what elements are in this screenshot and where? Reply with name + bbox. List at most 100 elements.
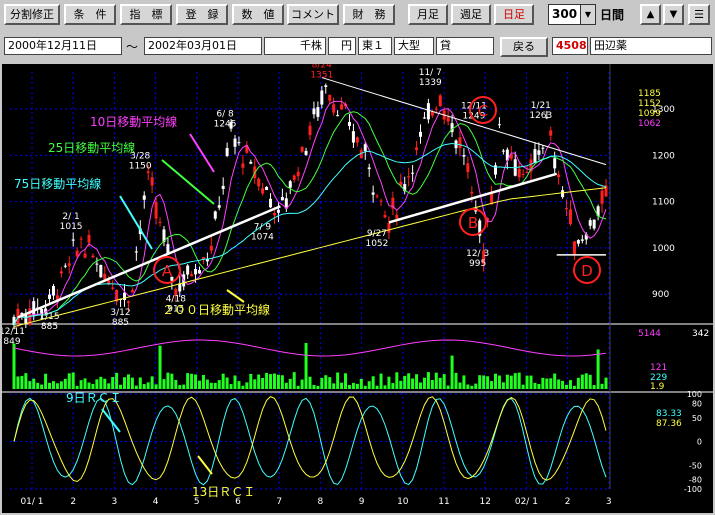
numeric-button[interactable]: 数 値: [232, 4, 284, 25]
candle-body: [557, 174, 561, 178]
candle-body: [426, 103, 430, 120]
date-to-field[interactable]: 2002年03月01日: [144, 37, 262, 55]
candle-body: [300, 146, 304, 152]
weekly-button[interactable]: 週足: [451, 4, 491, 25]
volume-bar: [48, 382, 52, 389]
volume-bar: [426, 372, 430, 389]
candle-body: [347, 121, 351, 126]
scroll-up-button[interactable]: ▲: [640, 4, 661, 25]
price-label-date: 2/ 1: [62, 212, 79, 222]
back-button[interactable]: 戻る: [500, 37, 548, 57]
price-label-value: 1052: [365, 239, 388, 249]
rci13-legend: 13日ＲＣＩ: [192, 485, 255, 499]
volume-bar: [130, 377, 134, 389]
candle-body: [541, 147, 545, 149]
candle-body: [600, 190, 604, 204]
volume-bar: [387, 376, 391, 389]
volume-bar: [584, 373, 588, 389]
period-select[interactable]: 300 ▼: [548, 4, 596, 25]
volume-bar: [83, 378, 87, 389]
candle-body: [324, 85, 328, 87]
volume-bar: [276, 374, 280, 389]
month-tick-label: 4: [153, 497, 159, 507]
comment-button[interactable]: コメント: [287, 4, 339, 25]
candle-body: [111, 287, 115, 289]
candle-body: [387, 222, 391, 233]
period-value: 300: [552, 7, 578, 21]
candle-body: [565, 208, 569, 210]
candle-body: [217, 205, 221, 208]
monthly-button[interactable]: 月足: [408, 4, 448, 25]
volume-bar: [553, 373, 557, 389]
volume-bar: [501, 382, 505, 389]
volume-bar: [119, 384, 123, 389]
financial-button[interactable]: 財 務: [343, 4, 395, 25]
ma25-legend: 25日移動平均線: [48, 140, 135, 155]
volume-bar: [296, 385, 300, 389]
candle-body: [308, 125, 312, 136]
price-label-value: 1339: [419, 78, 442, 88]
price-label-date: 12/11: [2, 327, 25, 337]
ma200-legend: ２００日移動平均線: [162, 302, 270, 317]
volume-bar: [493, 373, 497, 389]
month-tick-label: 9: [359, 497, 365, 507]
volume-bar: [87, 382, 91, 389]
price-label-date: 7/ 9: [254, 223, 272, 233]
condition-button[interactable]: 条 件: [64, 4, 116, 25]
candle-body: [197, 270, 201, 274]
volume-bar: [111, 376, 115, 389]
candle-body: [221, 185, 225, 189]
candle-body: [332, 104, 336, 113]
register-button[interactable]: 登 録: [176, 4, 228, 25]
candle-body: [419, 131, 423, 137]
date-from-field[interactable]: 2000年12月11日: [4, 37, 122, 55]
candle-body: [533, 149, 537, 163]
chevron-down-icon[interactable]: ▼: [580, 5, 595, 24]
volume-bar: [430, 380, 434, 389]
menu-button[interactable]: ☰: [688, 4, 710, 25]
candle-body: [363, 144, 367, 152]
candle-body: [272, 213, 276, 216]
volume-bar: [71, 372, 75, 389]
volume-bar: [316, 385, 320, 389]
volume-bar: [324, 375, 328, 389]
split-adjust-button[interactable]: 分割修正: [4, 4, 60, 25]
volume-bar: [363, 385, 367, 389]
ma75-legend: 75日移動平均線: [14, 176, 101, 191]
volume-bar: [592, 385, 596, 389]
candle-body: [209, 245, 213, 251]
candle-body: [95, 263, 99, 265]
volume-bar: [36, 382, 40, 389]
candle-body: [407, 176, 411, 178]
candle-body: [446, 117, 450, 122]
candle-body: [466, 163, 470, 173]
volume-bar: [261, 377, 265, 389]
volume-bar: [438, 377, 442, 389]
volume-bar: [347, 385, 351, 389]
volume-bar: [328, 377, 332, 389]
volume-bar: [79, 380, 83, 389]
scroll-down-button[interactable]: ▼: [663, 4, 684, 25]
price-label-date: 6/ 8: [216, 110, 234, 120]
volume-bar: [265, 372, 269, 389]
volume-bar: [332, 383, 336, 389]
candle-body: [75, 250, 79, 257]
volume-bar: [107, 383, 111, 389]
volume-bar: [411, 378, 415, 389]
candle-body: [462, 155, 466, 157]
right-value-label: 1152: [638, 99, 661, 109]
volume-value: 5144: [638, 329, 661, 339]
volume-bar: [44, 373, 48, 389]
volume-bar: [359, 378, 363, 389]
volume-bar: [458, 382, 462, 389]
candle-body: [265, 186, 269, 191]
stock-chart[interactable]: 130012001100100090001/ 1 2 3 4 5 6 7 8 9 10 11 12 02…: [2, 64, 713, 513]
rci9-value: 83.33: [656, 409, 682, 419]
volume-bar: [75, 385, 79, 389]
daily-button[interactable]: 日足: [494, 4, 534, 25]
indicator-button[interactable]: 指 標: [120, 4, 172, 25]
volume-bar: [505, 374, 509, 389]
volume-bar: [288, 378, 292, 389]
price-label-value: 885: [112, 318, 129, 328]
candle-body: [146, 171, 150, 173]
